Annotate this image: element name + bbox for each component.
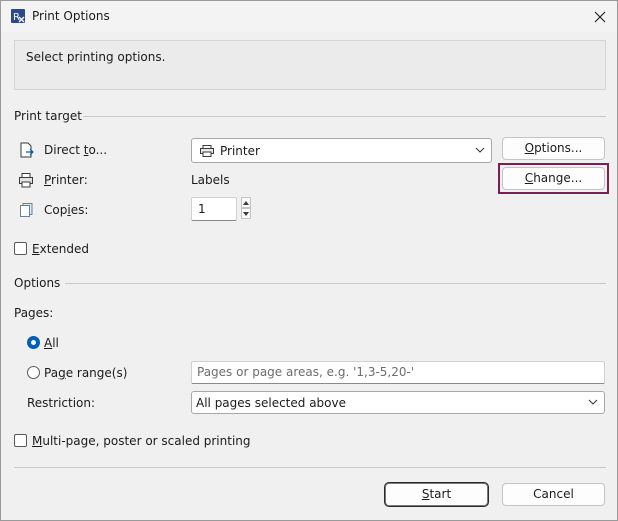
change-button[interactable]: Change... — [502, 167, 605, 190]
direct-to-label: Direct to... — [44, 143, 108, 157]
direct-to-value: Printer — [220, 144, 260, 158]
printer-icon — [200, 145, 214, 157]
cancel-button[interactable]: Cancel — [502, 483, 605, 506]
restriction-value: All pages selected above — [196, 396, 346, 410]
printer-value: Labels — [191, 173, 230, 187]
pages-label: Pages: — [14, 306, 54, 320]
copies-icon — [20, 203, 33, 217]
options-heading: Options — [14, 276, 61, 290]
info-text: Select printing options. — [26, 50, 166, 64]
page-range-placeholder: Pages or page areas, e.g. '1,3-5,20-' — [197, 365, 415, 379]
window-title: Print Options — [32, 9, 110, 23]
multipage-label[interactable]: Multi-page, poster or scaled printing — [32, 434, 251, 448]
multipage-checkbox[interactable] — [14, 434, 27, 447]
print-target-divider — [83, 116, 606, 117]
copies-down-button[interactable] — [241, 208, 251, 219]
document-export-icon — [20, 142, 34, 158]
close-button[interactable] — [583, 1, 617, 32]
print-options-dialog: R Print Options Select printing options.… — [0, 0, 618, 521]
copies-spinner[interactable] — [241, 197, 251, 219]
chevron-down-icon — [588, 399, 598, 405]
printer-icon — [19, 173, 33, 188]
restriction-dropdown[interactable]: All pages selected above — [191, 391, 605, 414]
start-button[interactable]: Start — [385, 483, 488, 506]
options-divider — [65, 283, 606, 284]
footer-divider — [14, 467, 606, 468]
info-panel: Select printing options. — [14, 40, 606, 90]
all-pages-label[interactable]: All — [44, 336, 59, 350]
extended-label[interactable]: Extended — [32, 242, 89, 256]
chevron-down-icon — [475, 147, 485, 153]
title-bar: R Print Options — [1, 1, 617, 32]
page-range-radio[interactable] — [27, 366, 40, 379]
app-print-icon: R — [11, 9, 25, 23]
caret-down-icon — [243, 212, 249, 216]
restriction-label: Restriction: — [27, 396, 96, 410]
close-icon — [594, 11, 606, 22]
direct-to-dropdown[interactable]: Printer — [191, 138, 492, 163]
page-range-label[interactable]: Page range(s) — [44, 366, 127, 380]
extended-checkbox[interactable] — [14, 242, 27, 255]
copies-label: Copies: — [44, 203, 89, 217]
page-range-input[interactable]: Pages or page areas, e.g. '1,3-5,20-' — [191, 361, 605, 384]
copies-input[interactable]: 1 — [191, 197, 237, 221]
copies-up-button[interactable] — [241, 197, 251, 208]
printer-label: Printer: — [44, 173, 88, 187]
options-button[interactable]: Options... — [502, 137, 605, 160]
copies-value: 1 — [198, 202, 206, 216]
all-pages-radio[interactable] — [27, 336, 40, 349]
caret-up-icon — [243, 201, 249, 205]
print-target-heading: Print target — [14, 109, 82, 123]
